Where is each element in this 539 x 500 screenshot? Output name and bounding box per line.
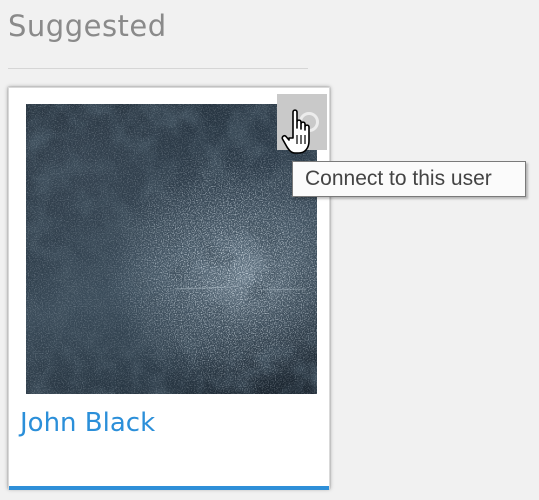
user-avatar[interactable] bbox=[26, 104, 317, 394]
connect-tooltip: Connect to this user bbox=[292, 161, 526, 197]
card-accent-bar bbox=[9, 486, 329, 490]
user-name-link[interactable]: John Black bbox=[20, 405, 155, 441]
section-title: Suggested bbox=[8, 9, 167, 43]
section-divider bbox=[8, 68, 308, 69]
hand-pointer-icon bbox=[281, 109, 310, 154]
